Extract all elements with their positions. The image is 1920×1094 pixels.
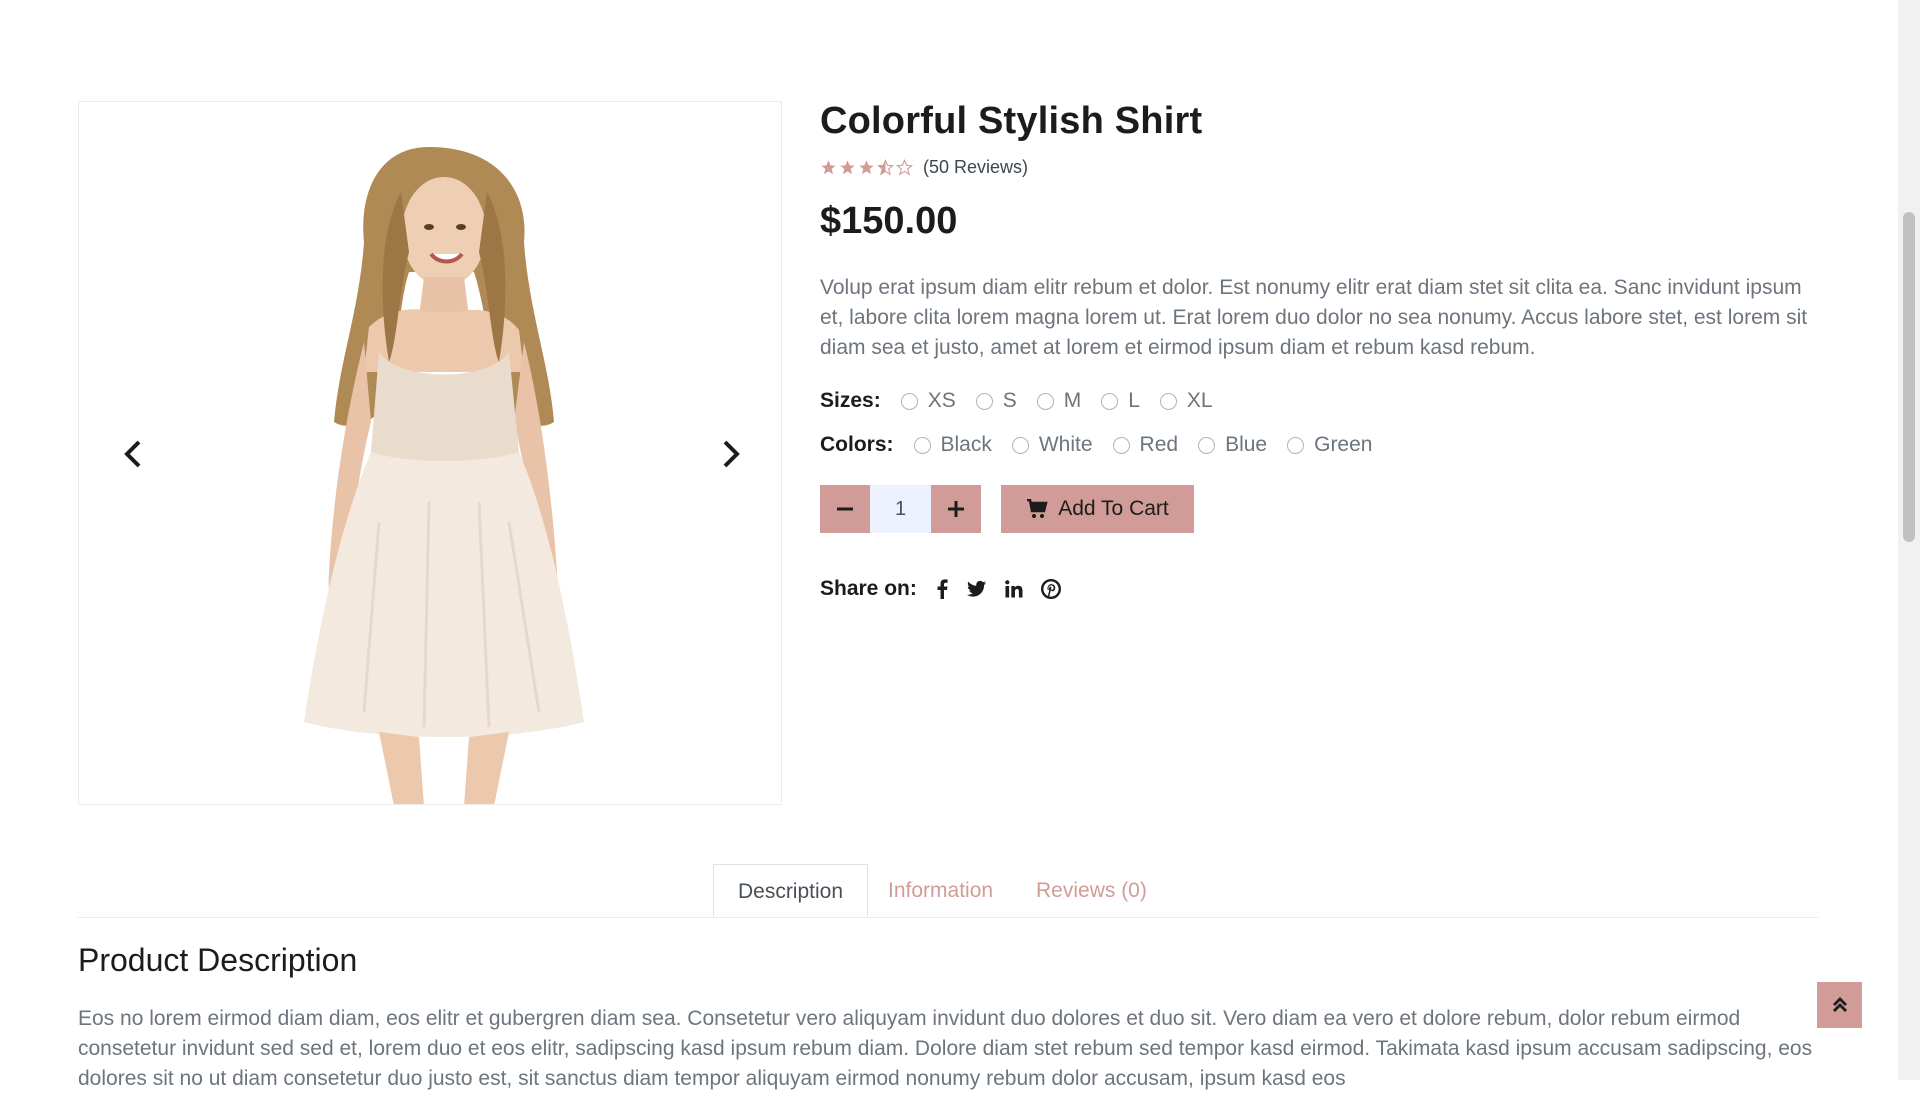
- quantity-input[interactable]: [870, 485, 931, 533]
- shopping-cart-icon: [1026, 499, 1048, 519]
- product-details: Colorful Stylish Shirt (50 Reviews) $150…: [820, 100, 1820, 601]
- star-half-icon: [877, 159, 894, 176]
- tab-reviews[interactable]: Reviews (0): [1016, 864, 1167, 917]
- star-filled-icon: [821, 160, 836, 175]
- size-option-xs[interactable]: XS: [900, 389, 956, 413]
- star-empty-icon: [896, 159, 913, 176]
- tab-information[interactable]: Information: [868, 864, 1013, 917]
- color-option-blue[interactable]: Blue: [1198, 433, 1267, 457]
- add-to-cart-label: Add To Cart: [1058, 497, 1169, 520]
- description-section-title: Product Description: [78, 942, 358, 978]
- star-filled-icon: [859, 160, 874, 175]
- tab-description[interactable]: Description: [713, 864, 868, 917]
- share-row: Share on:: [820, 577, 1820, 601]
- radio-button[interactable]: [975, 392, 993, 410]
- carousel-next-button[interactable]: [706, 429, 756, 479]
- radio-button[interactable]: [1198, 436, 1216, 454]
- product-image: [79, 102, 781, 804]
- color-option-red[interactable]: Red: [1112, 433, 1178, 457]
- radio-button[interactable]: [1011, 436, 1029, 454]
- size-option-m[interactable]: M: [1036, 389, 1081, 413]
- radio-button[interactable]: [1159, 392, 1177, 410]
- size-option-l[interactable]: L: [1101, 389, 1140, 413]
- double-chevron-up-icon: [1832, 997, 1847, 1012]
- radio-button[interactable]: [1112, 436, 1130, 454]
- product-rating: (50 Reviews): [820, 157, 1820, 178]
- facebook-icon[interactable]: [935, 579, 949, 599]
- radio-button[interactable]: [1287, 436, 1305, 454]
- radio-button[interactable]: [1036, 392, 1054, 410]
- colors-label: Colors:: [820, 433, 894, 456]
- color-option-black[interactable]: Black: [913, 433, 992, 457]
- twitter-icon[interactable]: [966, 580, 987, 598]
- description-section-body: Eos no lorem eirmod diam diam, eos elitr…: [78, 1007, 1813, 1090]
- star-filled-icon: [840, 160, 855, 175]
- quantity-increase-button[interactable]: [931, 485, 981, 533]
- product-title: Colorful Stylish Shirt: [820, 100, 1203, 142]
- product-price: $150.00: [820, 200, 958, 242]
- size-option-s[interactable]: S: [975, 389, 1017, 413]
- page-scrollbar[interactable]: [1898, 0, 1920, 1080]
- carousel-prev-button[interactable]: [108, 429, 158, 479]
- minus-icon: [837, 507, 853, 511]
- product-image-carousel: [78, 101, 782, 805]
- linkedin-icon[interactable]: [1005, 580, 1023, 598]
- color-option-green[interactable]: Green: [1287, 433, 1372, 457]
- radio-button[interactable]: [900, 392, 918, 410]
- size-selector: Sizes: XS S M L XL: [820, 389, 1820, 413]
- pinterest-icon[interactable]: [1040, 579, 1061, 599]
- color-selector: Colors: Black White Red Blue Green: [820, 433, 1820, 457]
- chevron-left-icon: [124, 440, 141, 468]
- product-tabs: Description Information Reviews (0): [78, 864, 1818, 918]
- radio-button[interactable]: [1101, 392, 1119, 410]
- color-option-white[interactable]: White: [1011, 433, 1093, 457]
- radio-button[interactable]: [913, 436, 931, 454]
- size-option-xl[interactable]: XL: [1159, 389, 1213, 413]
- chevron-right-icon: [723, 440, 740, 468]
- sizes-label: Sizes:: [820, 389, 881, 412]
- share-label: Share on:: [820, 577, 917, 600]
- quantity-decrease-button[interactable]: [820, 485, 870, 533]
- reviews-count: (50 Reviews): [923, 157, 1029, 177]
- product-short-description: Volup erat ipsum diam elitr rebum et dol…: [820, 276, 1808, 359]
- back-to-top-button[interactable]: [1817, 982, 1862, 1028]
- plus-icon: [948, 501, 964, 517]
- scrollbar-thumb[interactable]: [1903, 212, 1915, 542]
- add-to-cart-row: Add To Cart: [820, 485, 1820, 533]
- rating-stars: [820, 159, 913, 176]
- add-to-cart-button[interactable]: Add To Cart: [1001, 485, 1194, 533]
